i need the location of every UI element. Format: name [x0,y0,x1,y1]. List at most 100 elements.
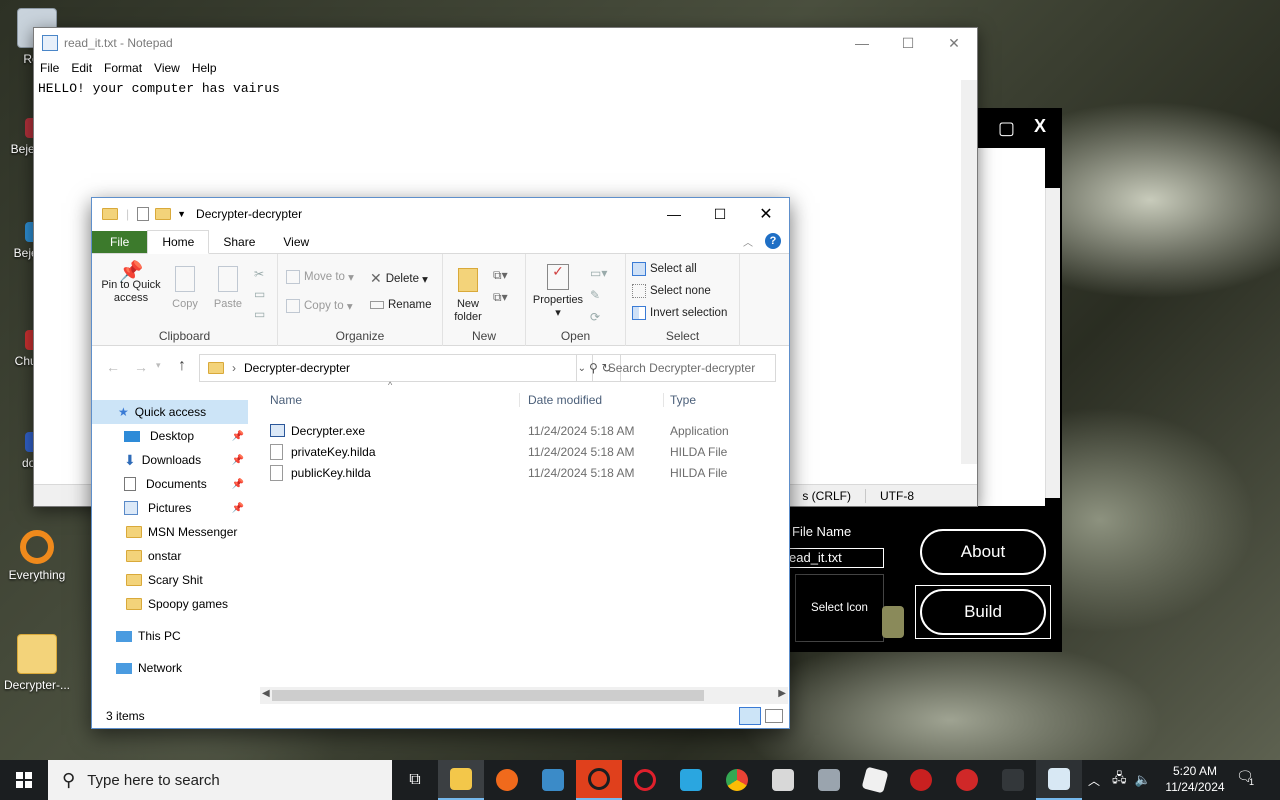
nav-desktop[interactable]: Desktop 📌 [92,424,252,448]
file-row[interactable]: Decrypter.exe 11/24/2024 5:18 AM Applica… [260,420,780,441]
open-group: ✓ Properties ▾ ▭▾ ✎ ⟳ Open [526,254,626,346]
nav-network[interactable]: Network [92,656,252,680]
taskbar-search-box[interactable]: ⚲ Type here to search [48,760,392,800]
copy-to-button[interactable]: Copy to ▾ [286,299,353,313]
chevron-up-icon[interactable]: ︿ [743,234,753,249]
taskbar-app-radiation[interactable] [898,760,944,800]
nav-documents[interactable]: Documents 📌 [92,472,252,496]
taskbar-opera-gx[interactable] [576,760,622,800]
menu-format[interactable]: Format [104,61,142,75]
invert-selection-button[interactable]: Invert selection [632,306,727,320]
horizontal-scrollbar[interactable]: ◀ ▶ [260,687,788,704]
taskbar-roblox[interactable] [852,760,898,800]
tab-view[interactable]: View [269,231,323,253]
maximize-icon[interactable]: ▢ [998,118,1015,139]
minimize-button[interactable]: — [839,28,885,58]
new-folder-quick-icon[interactable] [155,208,172,220]
notepad-vertical-scrollbar[interactable] [961,80,977,464]
pictures-icon [124,501,138,515]
tab-home[interactable]: Home [147,230,210,254]
help-icon[interactable]: ? [765,233,781,249]
minimize-button[interactable]: — [651,199,697,229]
notification-center-button[interactable]: 🗨 1 [1236,768,1260,792]
close-button[interactable]: ✕ [743,199,789,229]
desktop-icon-everything[interactable]: Everything [2,530,72,582]
taskbar-chrome[interactable] [714,760,760,800]
menu-help[interactable]: Help [192,61,217,75]
back-arrow-icon[interactable]: ← [106,359,120,375]
taskbar-app-cyan[interactable] [668,760,714,800]
file-name-input[interactable]: ead_it.txt [784,548,884,568]
file-row[interactable]: publicKey.hilda 11/24/2024 5:18 AM HILDA… [260,462,780,483]
taskbar-clock[interactable]: 5:20 AM 11/24/2024 [1160,763,1230,795]
nav-this-pc[interactable]: This PC [92,624,252,648]
network-icon[interactable]: 🖧 [1112,769,1127,791]
taskbar-app-window[interactable] [760,760,806,800]
taskbar-opera[interactable] [622,760,668,800]
taskbar-notepad[interactable] [1036,760,1082,800]
cut-copypath-icons[interactable]: ✂ ▭ ▭ [254,264,265,324]
close-button[interactable]: ✕ [931,28,977,58]
about-button[interactable]: About [920,529,1046,575]
up-arrow-icon[interactable]: ↑ [178,357,186,375]
nav-quick-access[interactable]: ★ Quick access [92,400,248,424]
properties-quick-icon[interactable] [137,207,150,221]
copy-button[interactable]: Copy [168,266,202,311]
taskbar-firefox[interactable] [484,760,530,800]
menu-edit[interactable]: Edit [71,61,92,75]
notepad-text-area[interactable]: HELLO! your computer has vairus [34,78,977,99]
open-edit-history-icons[interactable]: ▭▾ ✎ ⟳ [590,262,607,328]
breadcrumb-path[interactable]: Decrypter-decrypter [244,361,350,375]
select-icon-button[interactable]: Select Icon [795,574,884,642]
build-button[interactable]: Build [920,589,1046,635]
taskbar-app-blue[interactable] [530,760,576,800]
search-input[interactable]: ⚲ Search Decrypter-decrypter [576,354,776,382]
scroll-right-icon[interactable]: ▶ [778,688,786,699]
close-icon[interactable]: X [1034,116,1046,137]
large-icons-view-icon[interactable] [765,709,783,723]
maximize-button[interactable]: ☐ [697,199,743,229]
show-hidden-icons[interactable]: ︿ [1088,772,1100,789]
tab-file[interactable]: File [92,231,148,253]
desktop-icon-decrypter-zip[interactable]: Decrypter-... [2,634,72,692]
nav-spoopy-games[interactable]: Spoopy games [92,592,252,616]
taskbar-file-explorer[interactable] [438,760,484,800]
column-date-modified[interactable]: Date modified [520,393,664,407]
details-view-icon[interactable] [739,707,761,725]
taskbar-app-dark[interactable] [990,760,1036,800]
file-row[interactable]: privateKey.hilda 11/24/2024 5:18 AM HILD… [260,441,780,462]
nav-scary-shit[interactable]: Scary Shit [92,568,252,592]
properties-button[interactable]: ✓ Properties ▾ [530,264,586,320]
chevron-down-icon[interactable]: ▼ [177,209,186,219]
scroll-left-icon[interactable]: ◀ [262,688,270,699]
rename-button[interactable]: Rename [370,299,431,311]
column-type[interactable]: Type [664,393,696,407]
address-bar[interactable]: › Decrypter-decrypter ⌄ ↻ [199,354,621,382]
scrollbar-thumb[interactable] [272,690,704,701]
volume-icon[interactable]: 🔈 [1135,772,1151,788]
nav-onstar[interactable]: onstar [92,544,252,568]
nav-downloads[interactable]: ⬇ Downloads 📌 [92,448,252,472]
taskbar-app-red[interactable] [944,760,990,800]
builder-scrollbar[interactable] [1045,188,1060,498]
select-all-button[interactable]: Select all [632,262,697,276]
delete-button[interactable]: ✕ Delete ▾ [370,270,428,287]
new-folder-button[interactable]: New folder [449,268,487,324]
task-view-button[interactable]: ⧉ [392,760,438,800]
nav-pictures[interactable]: Pictures 📌 [92,496,252,520]
nav-msn-messenger[interactable]: MSN Messenger [92,520,252,544]
move-to-button[interactable]: Move to ▾ [286,270,354,284]
column-name[interactable]: Name [260,393,520,407]
new-item-icons[interactable]: ⧉▾ ⧉▾ [493,264,508,308]
select-none-button[interactable]: Select none [632,284,711,298]
forward-arrow-icon[interactable]: → [134,359,148,375]
menu-file[interactable]: File [40,61,59,75]
pin-quick-access-button[interactable]: 📌 Pin to Quick access [98,262,164,305]
menu-view[interactable]: View [154,61,180,75]
paste-button[interactable]: Paste [210,266,246,311]
maximize-button[interactable]: ☐ [885,28,931,58]
taskbar-app-gray[interactable] [806,760,852,800]
start-button[interactable] [0,760,48,800]
tab-share[interactable]: Share [209,231,269,253]
recent-chevron-icon[interactable]: ▾ [156,360,161,371]
